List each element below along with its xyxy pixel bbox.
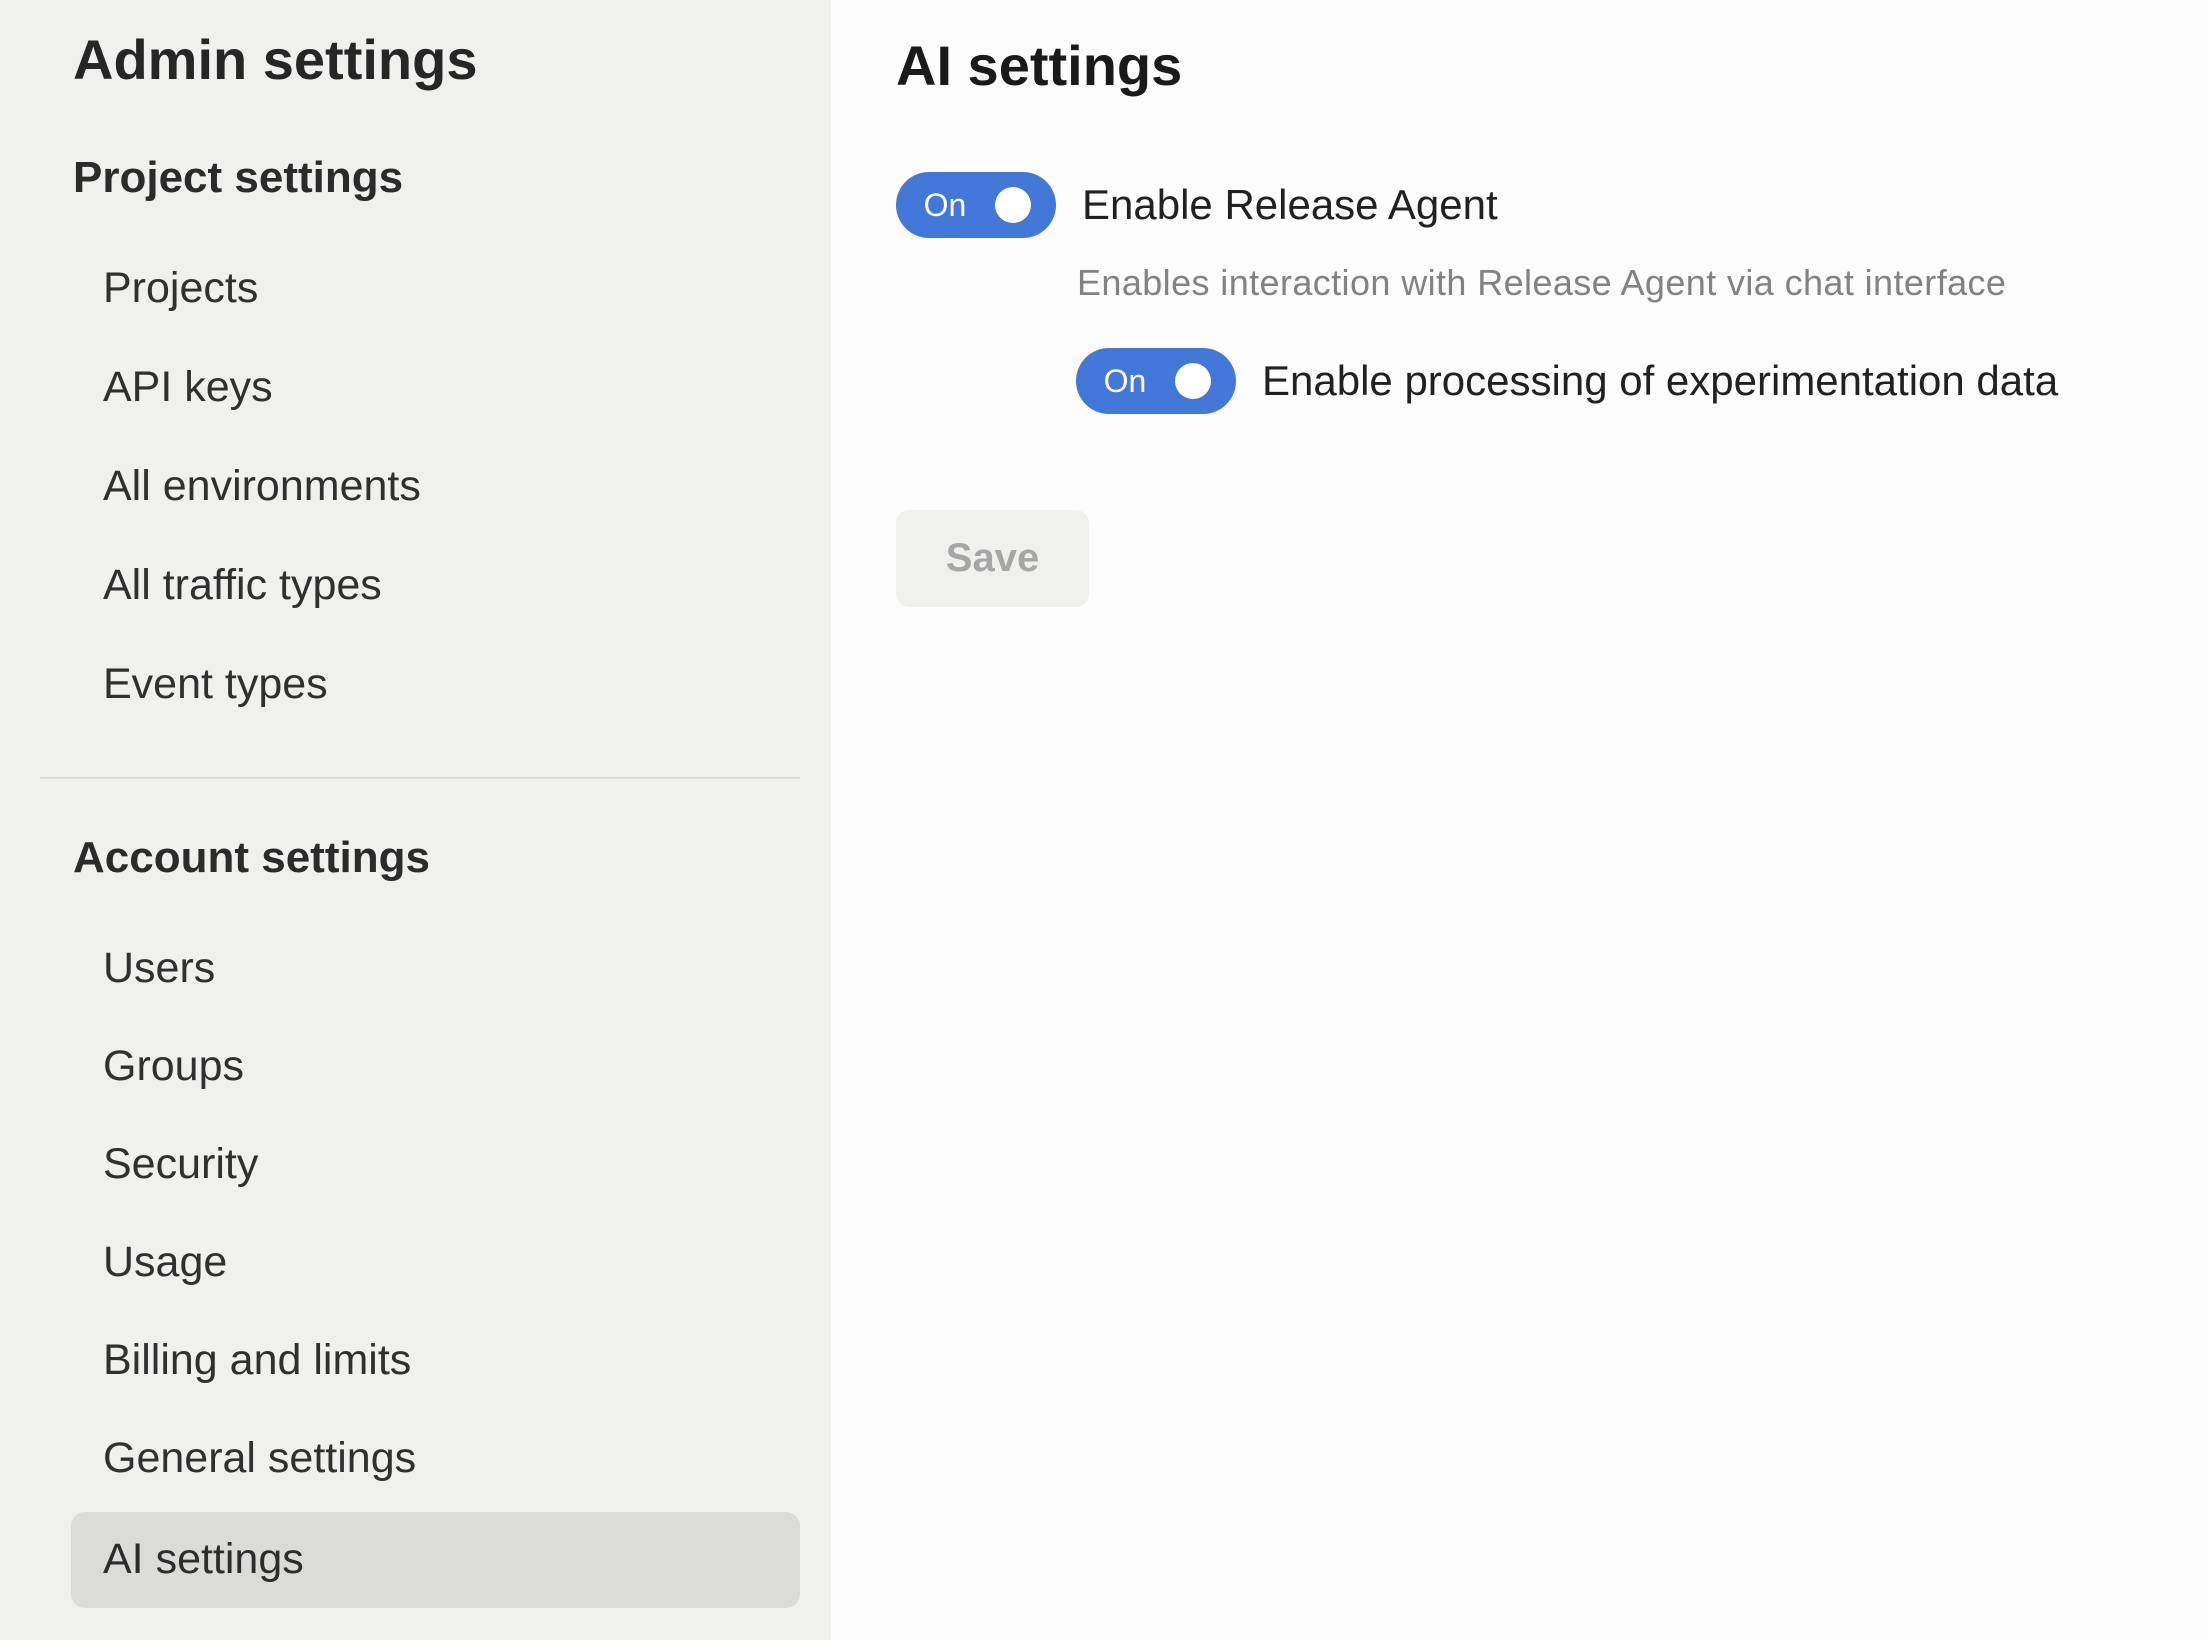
experimentation-toggle-state: On xyxy=(1076,348,1174,414)
sidebar-item-users[interactable]: Users xyxy=(103,943,215,995)
sidebar-item-api-keys[interactable]: API keys xyxy=(103,362,273,414)
release-agent-toggle-label: Enable Release Agent xyxy=(1082,180,1498,230)
release-agent-description: Enables interaction with Release Agent v… xyxy=(1077,261,2006,304)
release-agent-toggle-state: On xyxy=(896,172,994,238)
experimentation-setting-row: On Enable processing of experimentation … xyxy=(1076,348,2058,414)
sidebar-item-usage[interactable]: Usage xyxy=(103,1237,227,1289)
main-content: AI settings On Enable Release Agent Enab… xyxy=(831,0,2208,1640)
sidebar-divider xyxy=(40,777,800,779)
sidebar-item-all-traffic-types[interactable]: All traffic types xyxy=(103,560,382,612)
sidebar-item-general-settings[interactable]: General settings xyxy=(103,1433,416,1485)
experimentation-data-toggle[interactable]: On xyxy=(1076,348,1236,414)
experimentation-toggle-label: Enable processing of experimentation dat… xyxy=(1262,356,2058,406)
page-title: AI settings xyxy=(896,32,1182,99)
toggle-knob-icon xyxy=(1175,363,1211,399)
admin-settings-page: Admin settings Project settings Projects… xyxy=(0,0,2208,1640)
save-button[interactable]: Save xyxy=(896,510,1089,607)
sidebar-item-event-types[interactable]: Event types xyxy=(103,659,328,711)
section-header-account-settings: Account settings xyxy=(73,832,430,885)
sidebar-title: Admin settings xyxy=(73,26,477,93)
sidebar-item-all-environments[interactable]: All environments xyxy=(103,461,421,513)
sidebar-item-billing-and-limits[interactable]: Billing and limits xyxy=(103,1335,411,1387)
sidebar-item-ai-settings-active[interactable]: AI settings xyxy=(71,1512,800,1608)
sidebar-item-security[interactable]: Security xyxy=(103,1139,258,1191)
release-agent-setting-row: On Enable Release Agent xyxy=(896,172,1498,238)
release-agent-toggle[interactable]: On xyxy=(896,172,1056,238)
section-header-project-settings: Project settings xyxy=(73,152,403,205)
sidebar: Admin settings Project settings Projects… xyxy=(0,0,831,1640)
toggle-knob-icon xyxy=(995,187,1031,223)
sidebar-item-groups[interactable]: Groups xyxy=(103,1041,244,1093)
sidebar-item-projects[interactable]: Projects xyxy=(103,263,258,315)
